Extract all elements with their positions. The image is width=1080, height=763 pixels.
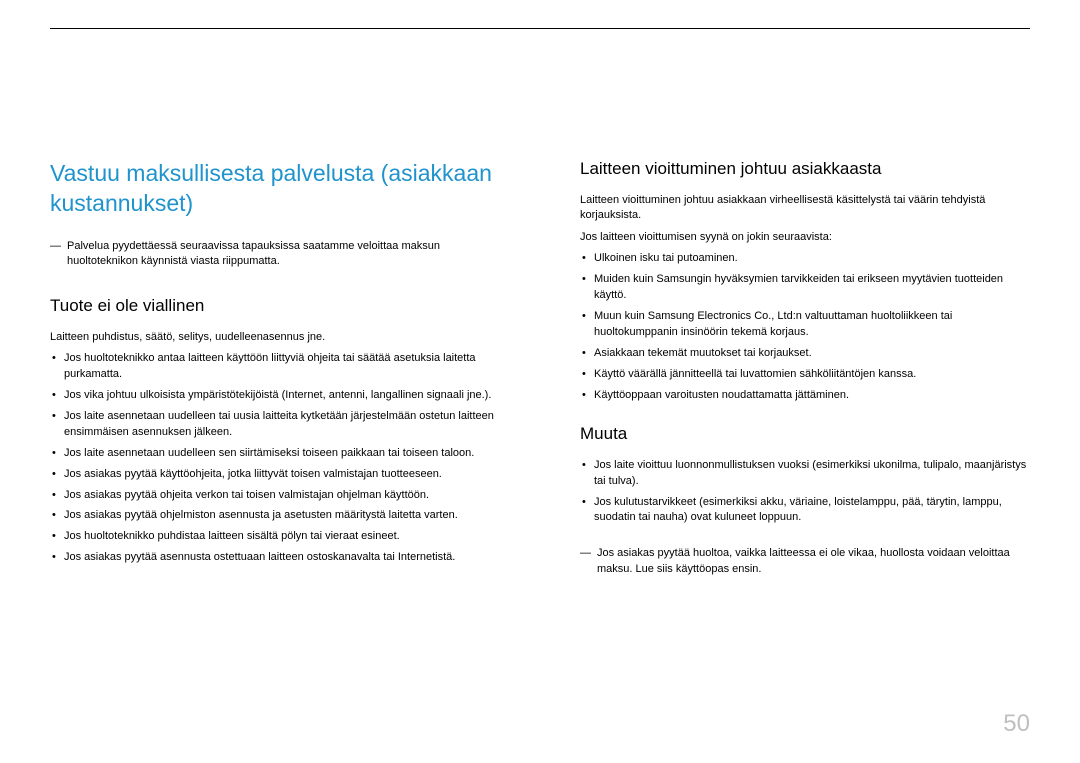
page-number: 50 (1003, 710, 1030, 738)
list-item: Muiden kuin Samsungin hyväksymien tarvik… (580, 272, 1030, 304)
left-column: Vastuu maksullisesta palvelusta (asiakka… (50, 159, 500, 603)
list-item: Jos kulutustarvikkeet (esimerkiksi akku,… (580, 495, 1030, 527)
dash-note-1-text: Palvelua pyydettäessä seuraavissa tapauk… (67, 239, 500, 270)
list-item: Jos asiakas pyytää ohjeita verkon tai to… (50, 488, 500, 504)
section-heading-other: Muuta (580, 424, 1030, 444)
list-item: Muun kuin Samsung Electronics Co., Ltd:n… (580, 309, 1030, 341)
list-item: Jos laite vioittuu luonnonmullistuksen v… (580, 458, 1030, 490)
list-item: Käyttö väärällä jännitteellä tai luvatto… (580, 367, 1030, 383)
list-item: Jos asiakas pyytää ohjelmiston asennusta… (50, 508, 500, 524)
section1-intro: Laitteen puhdistus, säätö, selitys, uude… (50, 330, 500, 345)
list-item: Asiakkaan tekemät muutokset tai korjauks… (580, 346, 1030, 362)
list-item: Jos asiakas pyytää käyttöohjeita, jotka … (50, 467, 500, 483)
section1-list: Jos huoltoteknikko antaa laitteen käyttö… (50, 351, 500, 566)
right-column: Laitteen vioittuminen johtuu asiakkaasta… (580, 159, 1030, 603)
dash-note-2: Jos asiakas pyytää huoltoa, vaikka laitt… (580, 546, 1030, 577)
section2-intro2: Jos laitteen vioittumisen syynä on jokin… (580, 230, 1030, 245)
list-item: Ulkoinen isku tai putoaminen. (580, 251, 1030, 267)
dash-note-2-text: Jos asiakas pyytää huoltoa, vaikka laitt… (597, 546, 1030, 577)
section3-list: Jos laite vioittuu luonnonmullistuksen v… (580, 458, 1030, 527)
list-item: Jos asiakas pyytää asennusta ostettuaan … (50, 550, 500, 566)
list-item: Jos huoltoteknikko antaa laitteen käyttö… (50, 351, 500, 383)
section2-intro1: Laitteen vioittuminen johtuu asiakkaan v… (580, 193, 1030, 224)
dash-note-1: Palvelua pyydettäessä seuraavissa tapauk… (50, 239, 500, 270)
list-item: Käyttöoppaan varoitusten noudattamatta j… (580, 388, 1030, 404)
list-item: Jos huoltoteknikko puhdistaa laitteen si… (50, 529, 500, 545)
list-item: Jos laite asennetaan uudelleen tai uusia… (50, 409, 500, 441)
list-item: Jos laite asennetaan uudelleen sen siirt… (50, 446, 500, 462)
content-columns: Vastuu maksullisesta palvelusta (asiakka… (50, 159, 1030, 603)
list-item: Jos vika johtuu ulkoisista ympäristöteki… (50, 388, 500, 404)
top-divider (50, 28, 1030, 29)
main-heading: Vastuu maksullisesta palvelusta (asiakka… (50, 159, 500, 219)
section2-list: Ulkoinen isku tai putoaminen. Muiden kui… (580, 251, 1030, 404)
section-heading-not-defective: Tuote ei ole viallinen (50, 296, 500, 316)
section-heading-customer-damage: Laitteen vioittuminen johtuu asiakkaasta (580, 159, 1030, 179)
